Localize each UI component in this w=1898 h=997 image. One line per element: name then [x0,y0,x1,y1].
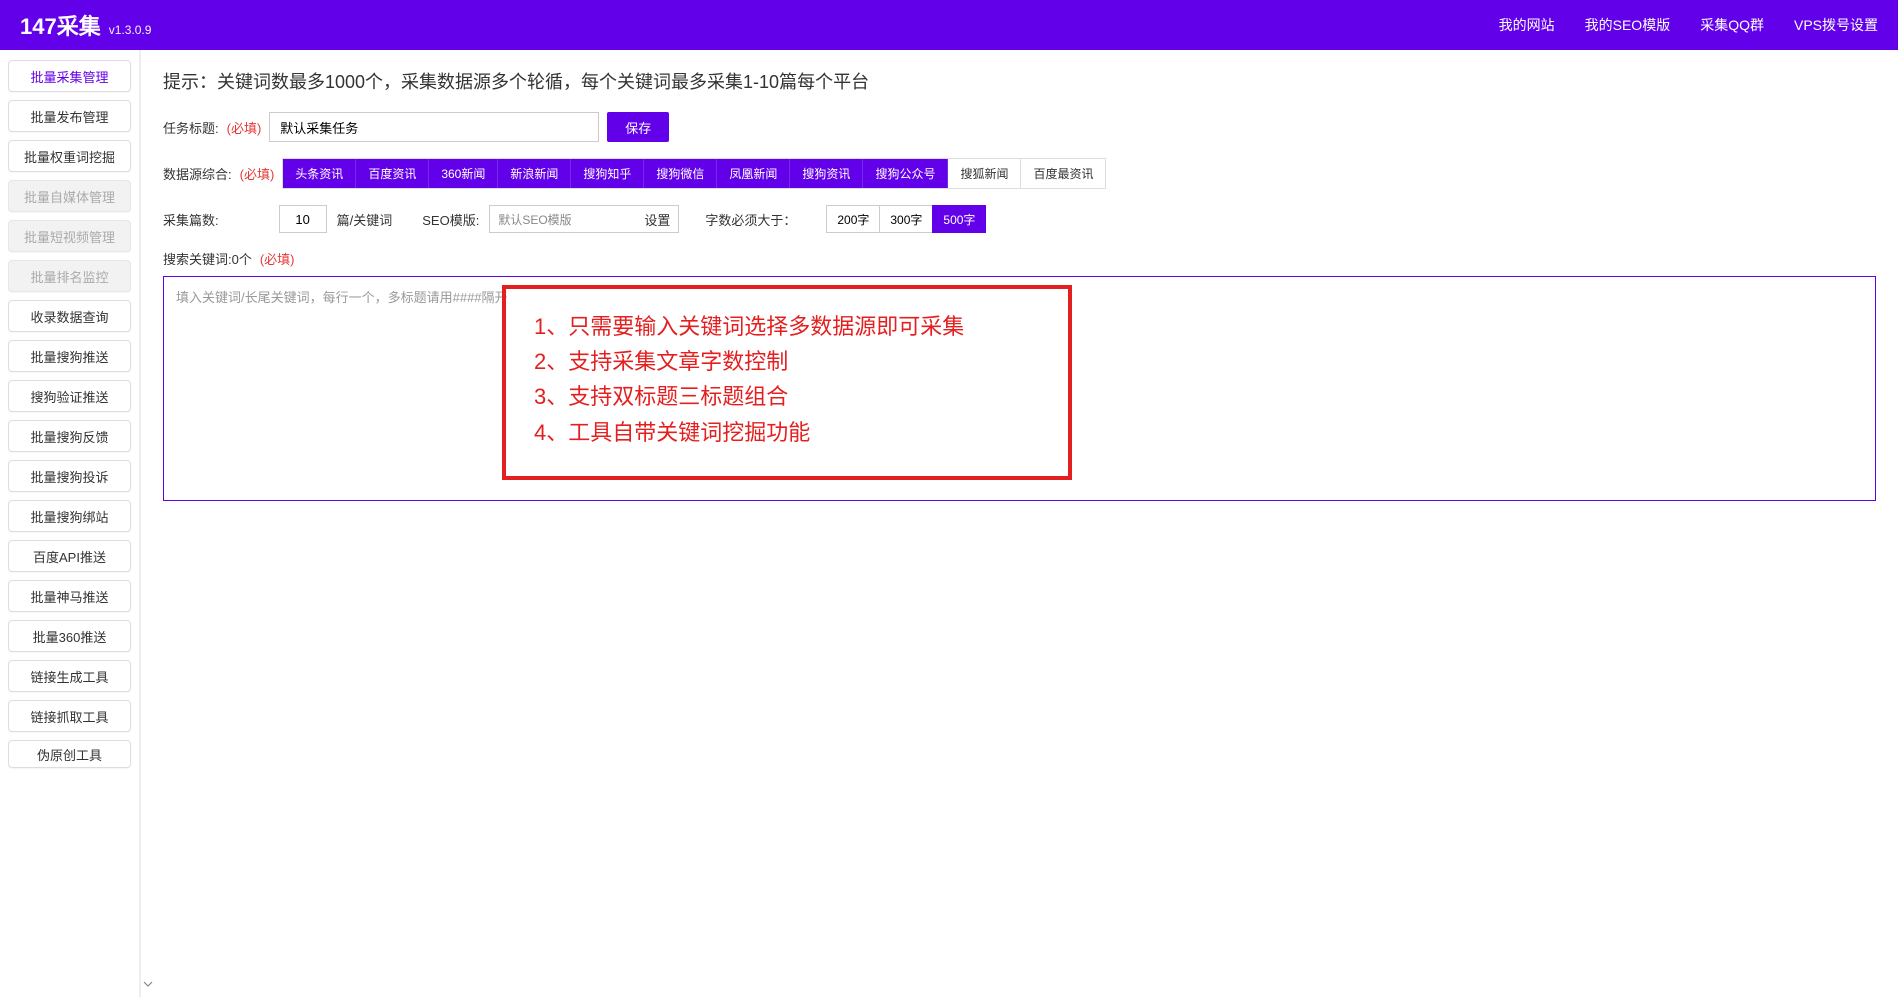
sidebar-item[interactable]: 链接抓取工具 [8,700,131,732]
scroll-down-icon[interactable] [141,977,155,991]
source-tag[interactable]: 360新闻 [429,159,498,188]
source-required: (必填) [240,164,275,183]
sidebar-item[interactable]: 批量360推送 [8,620,131,652]
keyword-textarea[interactable] [176,287,1863,487]
sidebar-item[interactable]: 批量神马推送 [8,580,131,612]
wordcount-label: 字数必须大于： [705,210,796,229]
seo-template-placeholder: 默认SEO模版 [498,211,571,228]
source-tags: 头条资讯百度资讯360新闻新浪新闻搜狗知乎搜狗微信凤凰新闻搜狗资讯搜狗公众号搜狐… [282,158,1106,189]
sidebar-item[interactable]: 批量搜狗绑站 [8,500,131,532]
keyword-required: (必填) [260,249,295,268]
save-button[interactable]: 保存 [607,112,669,142]
sidebar-item: 批量自媒体管理 [8,180,131,212]
nav-qq-group[interactable]: 采集QQ群 [1700,15,1764,35]
sidebar-item[interactable]: 批量搜狗投诉 [8,460,131,492]
sidebar-item[interactable]: 搜狗验证推送 [8,380,131,412]
wordcount-option[interactable]: 500字 [932,205,986,233]
hint-text: 提示：关键词数最多1000个，采集数据源多个轮循，每个关键词最多采集1-10篇每… [163,68,1876,94]
seo-settings-link[interactable]: 设置 [644,210,670,229]
sidebar-item: 批量排名监控 [8,260,131,292]
task-title-row: 任务标题: (必填) 保存 [163,112,1876,142]
source-row: 数据源综合: (必填) 头条资讯百度资讯360新闻新浪新闻搜狗知乎搜狗微信凤凰新… [163,158,1876,189]
seo-label: SEO模版: [422,210,479,229]
sidebar-item[interactable]: 链接生成工具 [8,660,131,692]
sidebar-item[interactable]: 批量采集管理 [8,60,131,92]
nav-my-site[interactable]: 我的网站 [1499,15,1555,35]
source-tag[interactable]: 头条资讯 [283,159,356,188]
source-tag[interactable]: 百度最资讯 [1021,159,1105,188]
source-tag[interactable]: 搜狐新闻 [948,159,1021,188]
nav-vps-dial[interactable]: VPS拨号设置 [1794,15,1878,35]
sidebar-item[interactable]: 批量搜狗推送 [8,340,131,372]
task-title-input[interactable] [269,112,599,142]
app-header: 147采集 v1.3.0.9 我的网站 我的SEO模版 采集QQ群 VPS拨号设… [0,0,1898,50]
header-nav: 我的网站 我的SEO模版 采集QQ群 VPS拨号设置 [1499,15,1878,35]
source-tag[interactable]: 凤凰新闻 [717,159,790,188]
wordcount-option[interactable]: 200字 [826,205,879,233]
source-tag[interactable]: 百度资讯 [356,159,429,188]
task-title-required: (必填) [227,118,262,137]
source-label: 数据源综合: [163,164,232,183]
count-label: 采集篇数: [163,210,219,229]
app-version: v1.3.0.9 [109,23,152,37]
count-suffix: 篇/关键词 [337,210,393,229]
count-row: 采集篇数: 篇/关键词 SEO模版: 默认SEO模版 设置 字数必须大于： 20… [163,205,1876,233]
sidebar-item[interactable]: 收录数据查询 [8,300,131,332]
seo-template-select[interactable]: 默认SEO模版 设置 [489,205,679,233]
wordcount-group: 200字300字500字 [826,205,986,233]
header-left: 147采集 v1.3.0.9 [20,9,151,41]
nav-my-seo-template[interactable]: 我的SEO模版 [1585,15,1671,35]
sidebar-item[interactable]: 批量权重词挖掘 [8,140,131,172]
source-tag[interactable]: 搜狗微信 [644,159,717,188]
keyword-label-row: 搜索关键词:0个 (必填) [163,249,1876,268]
body-wrap: 批量采集管理批量发布管理批量权重词挖掘批量自媒体管理批量短视频管理批量排名监控收… [0,50,1898,997]
main-content: 提示：关键词数最多1000个，采集数据源多个轮循，每个关键词最多采集1-10篇每… [140,50,1898,997]
count-input[interactable] [279,205,327,233]
sidebar-item[interactable]: 伪原创工具 [8,740,131,768]
task-title-label: 任务标题: [163,118,219,137]
source-tag[interactable]: 新浪新闻 [498,159,571,188]
sidebar-item[interactable]: 百度API推送 [8,540,131,572]
sidebar-item: 批量短视频管理 [8,220,131,252]
keyword-label: 搜索关键词:0个 [163,249,252,268]
keyword-textarea-wrap: 1、只需要输入关键词选择多数据源即可采集2、支持采集文章字数控制3、支持双标题三… [163,276,1876,501]
sidebar-item[interactable]: 批量搜狗反馈 [8,420,131,452]
sidebar: 批量采集管理批量发布管理批量权重词挖掘批量自媒体管理批量短视频管理批量排名监控收… [0,50,140,997]
source-tag[interactable]: 搜狗公众号 [863,159,948,188]
source-tag[interactable]: 搜狗知乎 [571,159,644,188]
sidebar-item[interactable]: 批量发布管理 [8,100,131,132]
app-title: 147采集 [20,9,101,41]
wordcount-option[interactable]: 300字 [879,205,932,233]
source-tag[interactable]: 搜狗资讯 [790,159,863,188]
